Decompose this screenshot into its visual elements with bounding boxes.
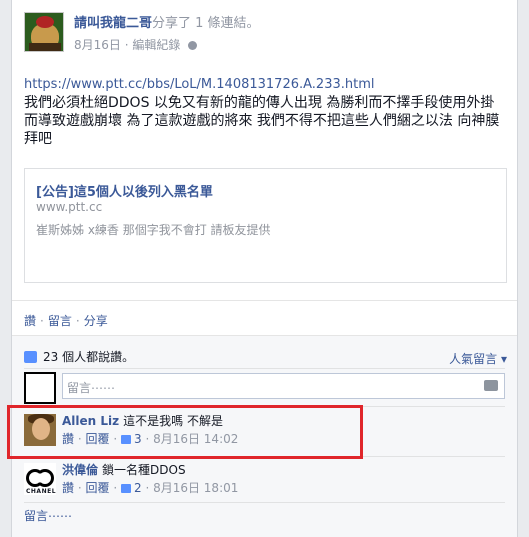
comment-like-count[interactable]: 2	[120, 481, 142, 495]
comment-like-button[interactable]: 讚	[62, 481, 74, 495]
comment-reply-button[interactable]: 回覆	[85, 481, 109, 495]
divider	[24, 502, 505, 503]
comment-input-placeholder: 留言⋯⋯	[67, 381, 116, 395]
post-date[interactable]: 8月16日	[74, 38, 121, 52]
shared-link-preview[interactable]: [公告]這5個人以後列入黑名單 www.ptt.cc 崔斯姊姊 x練香 那個字我…	[24, 168, 507, 283]
comment-item: CHANEL 洪偉倫 鎖一名種DDOS 讚 · 回覆 · 2 · 8月16日 18…	[24, 461, 505, 503]
post-meta: 8月16日 · 編輯紀錄	[74, 36, 198, 53]
thumbs-up-icon	[24, 351, 37, 363]
comment-like-count-value: 2	[133, 481, 142, 495]
post-actions: 讚 · 留言 · 分享	[24, 312, 108, 329]
write-comment-link[interactable]: 留言⋯⋯	[24, 507, 72, 524]
shared-link-description: 崔斯姊姊 x練香 那個字我不會打 請板友提供	[36, 223, 271, 237]
likes-count-text[interactable]: 23 個人都說讚。	[43, 350, 134, 364]
comment-sort-dropdown[interactable]: 人氣留言 ▾	[449, 350, 507, 367]
divider	[24, 368, 505, 369]
comment-input[interactable]: 留言⋯⋯	[62, 373, 505, 399]
post-action-text: 分享了 1 條連結。	[152, 16, 260, 31]
share-button[interactable]: 分享	[84, 314, 108, 328]
comment-timestamp[interactable]: 8月16日 18:01	[153, 481, 238, 495]
globe-icon[interactable]	[188, 41, 198, 50]
poster-line: 請叫我龍二哥分享了 1 條連結。	[74, 12, 260, 31]
user-avatar	[24, 372, 56, 404]
comment-text-line: 洪偉倫 鎖一名種DDOS	[62, 461, 186, 478]
separator-dot: ·	[113, 481, 121, 495]
highlight-box	[7, 405, 363, 459]
comment-button[interactable]: 留言	[48, 314, 72, 328]
like-button[interactable]: 讚	[24, 314, 36, 328]
comment-meta: 讚 · 回覆 · 2 · 8月16日 18:01	[62, 479, 238, 496]
post-body: https://www.ptt.cc/bbs/LoL/M.1408131726.…	[24, 76, 507, 148]
divider	[12, 300, 517, 301]
shared-link-domain: www.ptt.cc	[36, 200, 103, 214]
camera-icon[interactable]	[484, 380, 498, 391]
poster-avatar[interactable]	[24, 12, 64, 52]
separator-dot: ·	[145, 481, 154, 495]
commenter-name-link[interactable]: 洪偉倫	[62, 463, 98, 477]
post-message: 我們必須杜絕DDOS 以免又有新的龍的傳人出現 為勝利而不擇手段使用外掛 而導致…	[24, 95, 500, 147]
thumbs-up-icon	[120, 484, 131, 493]
separator-dot: ·	[75, 314, 80, 328]
shared-link-title[interactable]: [公告]這5個人以後列入黑名單	[36, 181, 213, 200]
post-url-link[interactable]: https://www.ptt.cc/bbs/LoL/M.1408131726.…	[24, 76, 507, 94]
comment-body: 鎖一名種DDOS	[102, 463, 186, 477]
edit-history-link[interactable]: 編輯紀錄	[132, 38, 180, 52]
commenter-avatar[interactable]: CHANEL	[24, 463, 56, 495]
poster-name-link[interactable]: 請叫我龍二哥	[74, 16, 152, 31]
likes-summary[interactable]: 23 個人都說讚。	[24, 348, 134, 365]
separator-dot: ·	[40, 314, 44, 328]
